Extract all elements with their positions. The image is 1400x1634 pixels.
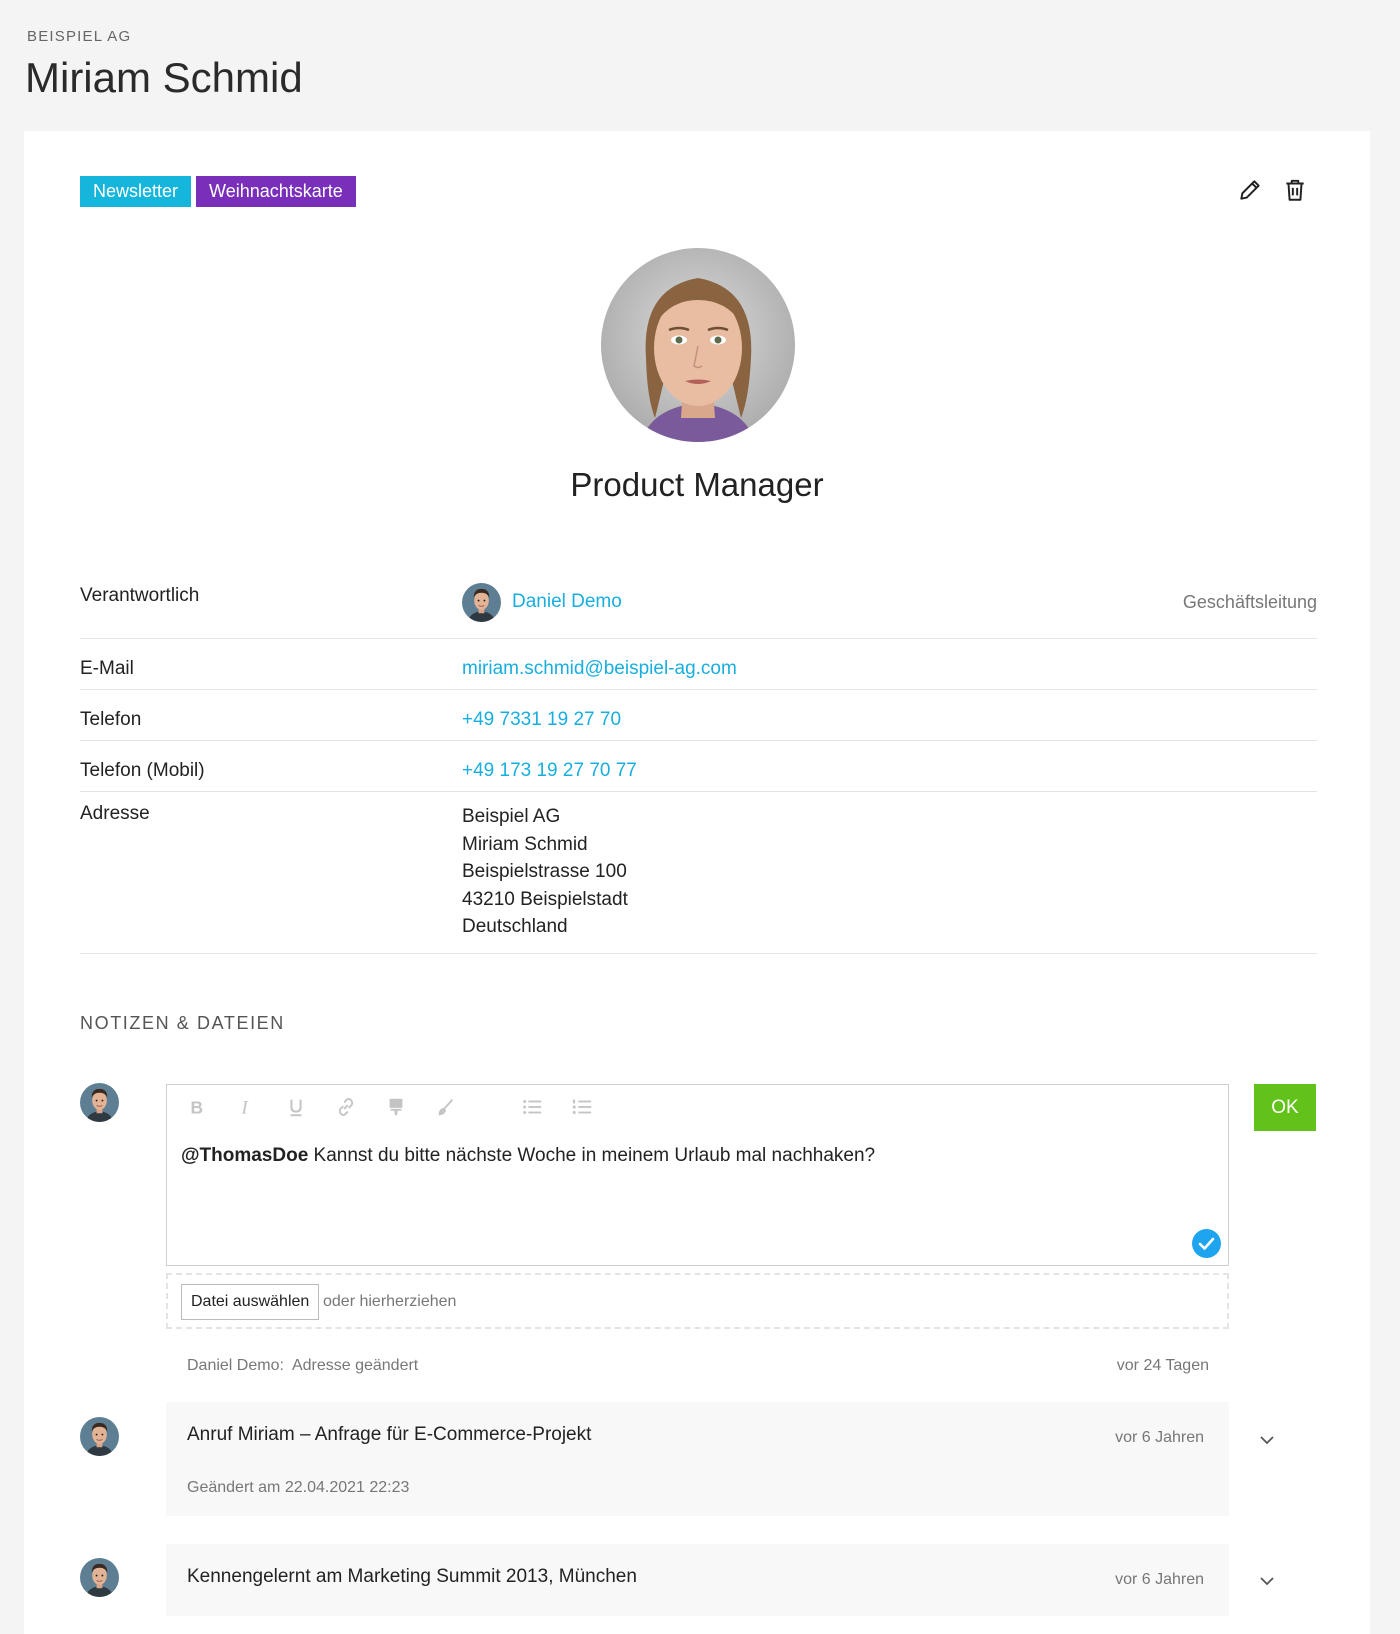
note-editor[interactable]: B I @ThomasDoe Kannst du bitte nächste W… xyxy=(166,1084,1229,1266)
link-icon[interactable] xyxy=(331,1094,381,1120)
contact-card: Newsletter Weihnachtskarte Product Manag… xyxy=(24,131,1370,1634)
underline-icon[interactable] xyxy=(281,1094,331,1120)
detail-label: Adresse xyxy=(80,803,150,824)
tag-weihnachtskarte[interactable]: Weihnachtskarte xyxy=(196,176,356,207)
svg-text:B: B xyxy=(191,1097,204,1117)
address-line: Deutschland xyxy=(462,916,568,937)
detail-row-mobile: Telefon (Mobil) +49 173 19 27 70 77 xyxy=(80,741,1317,792)
note-item[interactable]: Anruf Miriam – Anfrage für E-Commerce-Pr… xyxy=(166,1402,1229,1516)
owner-department: Geschäftsleitung xyxy=(1182,591,1317,612)
drop-hint: oder hierherziehen xyxy=(323,1293,457,1310)
editor-toolbar: B I xyxy=(181,1094,617,1120)
note-author-avatar xyxy=(80,1558,119,1597)
activity-time: vor 24 Tagen xyxy=(1116,1357,1209,1374)
mobile-link[interactable]: +49 173 19 27 70 77 xyxy=(462,760,637,781)
svg-text:I: I xyxy=(240,1097,249,1118)
activity-entry: Daniel Demo: Adresse geändert vor 24 Tag… xyxy=(187,1357,1209,1375)
contact-details: Verantwortlich Daniel Demo Geschäftsleit… xyxy=(80,573,1317,954)
editor-content[interactable]: @ThomasDoe Kannst du bitte nächste Woche… xyxy=(181,1145,875,1167)
numbered-list-icon[interactable] xyxy=(567,1094,617,1120)
pencil-icon[interactable] xyxy=(1237,177,1263,203)
note-text: Kannst du bitte nächste Woche in meinem … xyxy=(308,1145,876,1166)
address-line: 43210 Beispielstadt xyxy=(462,888,628,910)
note-time: vor 6 Jahren xyxy=(1115,1571,1204,1588)
current-user-avatar xyxy=(80,1083,119,1122)
activity-text: Daniel Demo: Adresse geändert xyxy=(187,1357,419,1374)
choose-file-button[interactable]: Datei auswählen xyxy=(181,1284,320,1320)
detail-label: Telefon xyxy=(80,709,142,730)
notes-section-title: NOTIZEN & DATEIEN xyxy=(80,1013,285,1033)
address-block: Beispiel AG Miriam Schmid Beispielstrass… xyxy=(462,792,1317,953)
note-meta: Geändert am 22.04.2021 22:23 xyxy=(187,1479,410,1496)
job-title: Product Manager xyxy=(570,466,824,503)
email-link[interactable]: miriam.schmid@beispiel-ag.com xyxy=(462,658,737,679)
file-dropzone[interactable]: Datei auswählen oder hierherziehen xyxy=(166,1273,1229,1329)
note-title: Anruf Miriam – Anfrage für E-Commerce-Pr… xyxy=(187,1424,592,1445)
chevron-down-icon[interactable] xyxy=(1258,1572,1276,1590)
trash-icon[interactable] xyxy=(1282,177,1308,203)
address-line: Miriam Schmid xyxy=(462,833,588,855)
detail-label: Telefon (Mobil) xyxy=(80,760,205,781)
contact-name: Miriam Schmid xyxy=(25,54,303,101)
detail-row-phone: Telefon +49 7331 19 27 70 xyxy=(80,690,1317,741)
phone-link[interactable]: +49 7331 19 27 70 xyxy=(462,709,621,730)
check-icon xyxy=(1192,1229,1221,1258)
detail-label: E-Mail xyxy=(80,658,134,679)
brush-icon[interactable] xyxy=(431,1094,481,1120)
ok-button[interactable]: OK xyxy=(1254,1084,1316,1131)
owner-avatar xyxy=(462,583,501,622)
company-name: BEISPIEL AG xyxy=(27,28,132,45)
tag-list: Newsletter Weihnachtskarte xyxy=(80,176,356,207)
address-line: Beispielstrasse 100 xyxy=(462,861,627,882)
bold-icon[interactable]: B xyxy=(181,1094,231,1120)
note-title: Kennengelernt am Marketing Summit 2013, … xyxy=(187,1566,637,1587)
mention: @ThomasDoe xyxy=(181,1145,309,1166)
detail-row-email: E-Mail miriam.schmid@beispiel-ag.com xyxy=(80,639,1317,690)
note-item[interactable]: Kennengelernt am Marketing Summit 2013, … xyxy=(166,1544,1229,1616)
detail-row-address: Adresse Beispiel AG Miriam Schmid Beispi… xyxy=(80,792,1317,954)
note-author-avatar xyxy=(80,1417,119,1456)
chevron-down-icon[interactable] xyxy=(1258,1431,1276,1449)
profile-photo xyxy=(601,248,795,442)
highlight-icon[interactable] xyxy=(381,1094,431,1120)
italic-icon[interactable]: I xyxy=(231,1094,281,1120)
note-time: vor 6 Jahren xyxy=(1115,1429,1204,1446)
detail-label: Verantwortlich xyxy=(80,585,200,606)
owner-link[interactable]: Daniel Demo xyxy=(512,591,622,613)
address-line: Beispiel AG xyxy=(462,806,561,827)
bullet-list-icon[interactable] xyxy=(517,1094,567,1120)
tag-newsletter[interactable]: Newsletter xyxy=(80,176,192,207)
detail-row-owner: Verantwortlich Daniel Demo Geschäftsleit… xyxy=(80,573,1317,639)
